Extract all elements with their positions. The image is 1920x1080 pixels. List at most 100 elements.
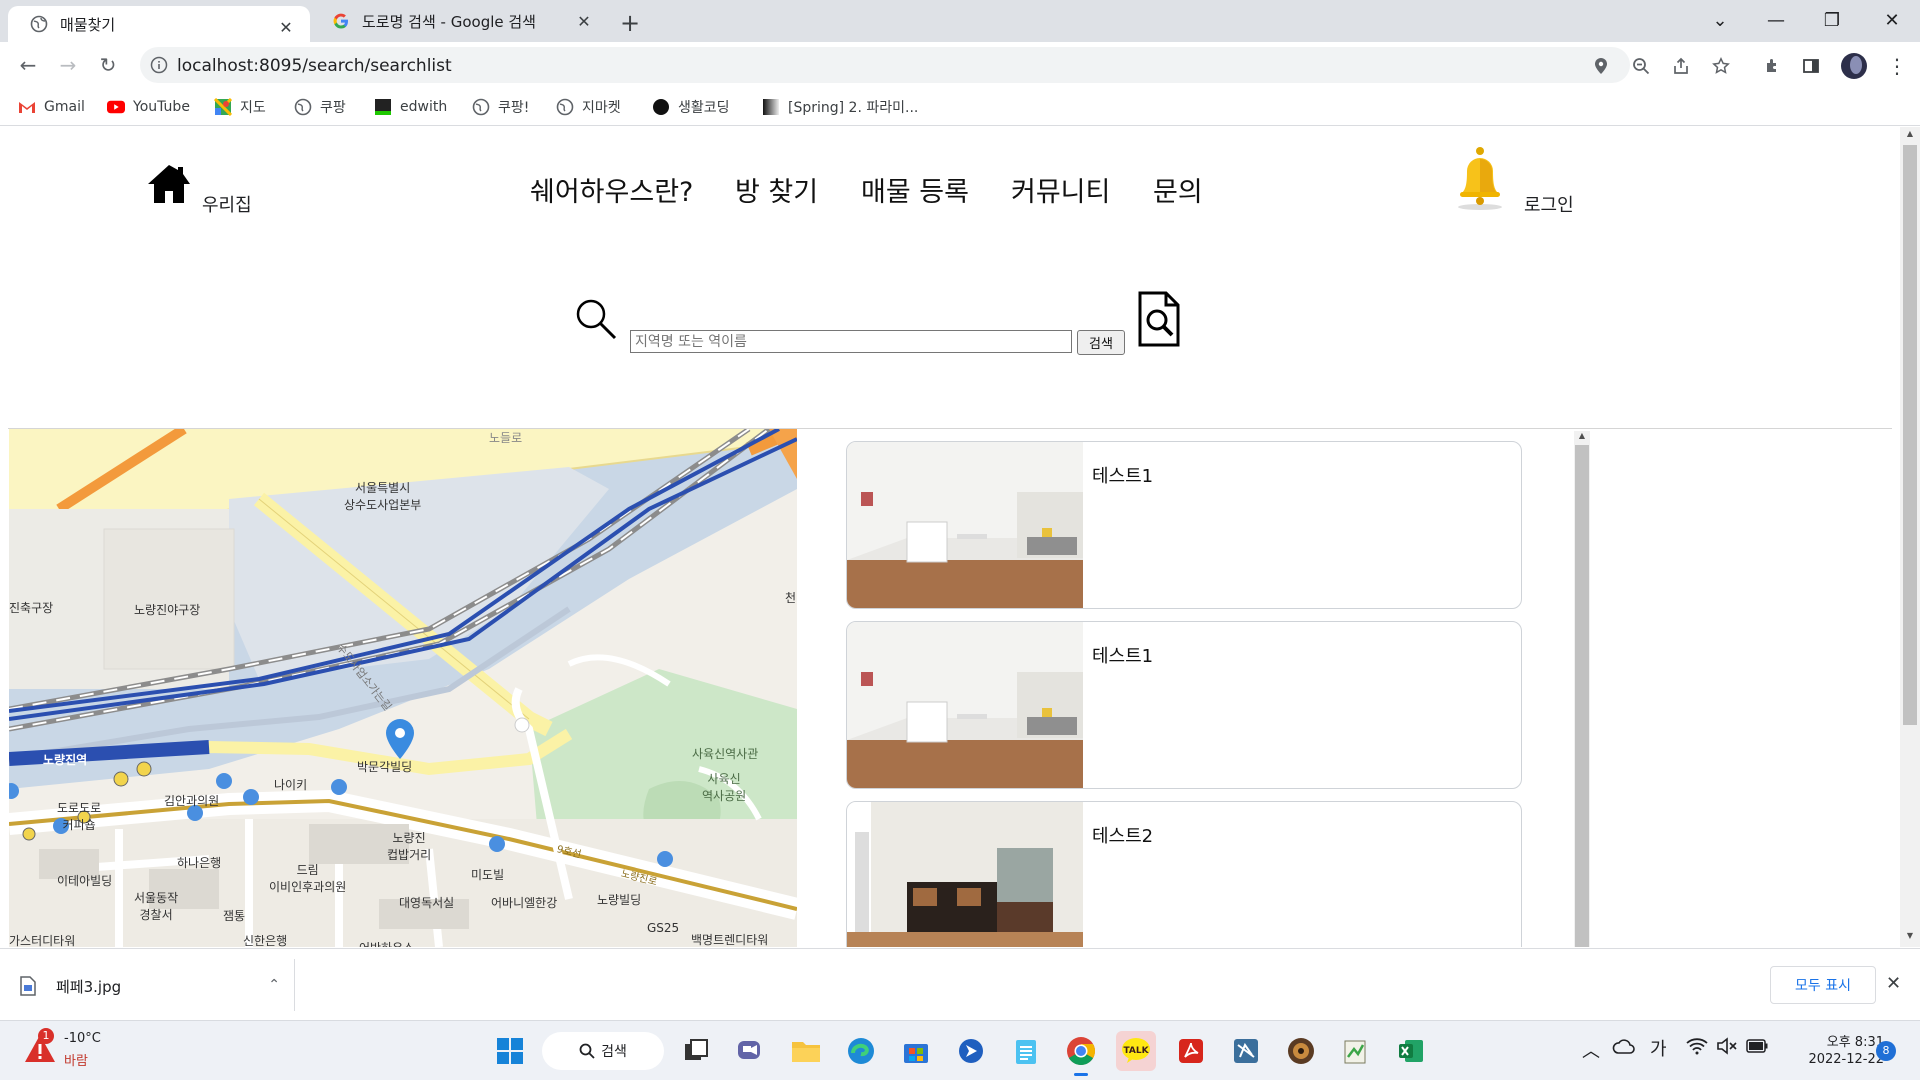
new-tab-button[interactable]: + xyxy=(620,9,640,37)
home-icon[interactable] xyxy=(146,163,192,205)
bookmark-spring[interactable]: [Spring] 2. 파라미... xyxy=(762,96,918,118)
weather-badge: 1 xyxy=(38,1028,54,1044)
restore-button[interactable]: ❐ xyxy=(1804,0,1860,40)
back-button[interactable]: ← xyxy=(14,51,42,79)
map-label: 하나은행 xyxy=(177,856,222,870)
magnifier-icon xyxy=(574,297,618,341)
listing-card[interactable]: 테스트2 xyxy=(846,801,1522,947)
download-item[interactable]: 페페3.jpg ⌃ xyxy=(20,971,280,1001)
url-text: localhost:8095/search/searchlist xyxy=(177,56,452,76)
ms-store-icon[interactable] xyxy=(900,1035,932,1067)
close-download-bar-icon[interactable]: ✕ xyxy=(1886,973,1901,994)
excel-icon[interactable] xyxy=(1395,1035,1427,1067)
map-label: 박문각빌딩 xyxy=(357,760,413,774)
scroll-up-arrow[interactable]: ▲ xyxy=(1900,129,1920,141)
tab-active[interactable]: 매물찾기 ✕ xyxy=(8,6,310,42)
close-window-button[interactable]: ✕ xyxy=(1864,0,1920,40)
reload-button[interactable]: ↻ xyxy=(94,51,122,79)
listing-title: 테스트1 xyxy=(1092,466,1154,487)
login-link[interactable]: 로그인 xyxy=(1524,191,1574,217)
network-cloud-icon[interactable] xyxy=(1612,1037,1636,1057)
divider xyxy=(294,959,295,1011)
bookmark-maps[interactable]: 지도 xyxy=(214,96,266,118)
search-input[interactable] xyxy=(630,330,1072,353)
search-button[interactable]: 검색 xyxy=(1077,330,1125,355)
zoom-icon[interactable] xyxy=(1630,55,1652,77)
dispatch-icon[interactable] xyxy=(955,1035,987,1067)
bell-icon[interactable] xyxy=(1452,143,1508,213)
nav-register-listing[interactable]: 매물 등록 xyxy=(861,170,969,209)
bookmark-opentutorials[interactable]: 생활코딩 xyxy=(652,96,730,118)
clock-date[interactable]: 2022-12-22 xyxy=(1786,1052,1884,1067)
scroll-thumb[interactable] xyxy=(1903,145,1917,725)
minimize-button[interactable]: — xyxy=(1748,0,1804,40)
show-all-button[interactable]: 모두 표시 xyxy=(1770,966,1876,1004)
close-tab-icon[interactable]: ✕ xyxy=(574,11,594,31)
file-explorer-icon[interactable] xyxy=(790,1035,822,1067)
listings-scrollbar[interactable]: ▲ xyxy=(1574,431,1590,947)
edge-icon[interactable] xyxy=(845,1035,877,1067)
map-label: 어반하우스 xyxy=(359,939,414,947)
taskbar-search[interactable]: 검색 xyxy=(542,1032,664,1070)
forward-button[interactable]: → xyxy=(54,51,82,79)
tab-search-icon[interactable]: ⌄ xyxy=(1692,0,1748,40)
task-view-icon[interactable] xyxy=(680,1035,712,1067)
bookmark-gmail[interactable]: Gmail xyxy=(18,96,85,118)
nav-find-room[interactable]: 방 찾기 xyxy=(735,170,818,209)
close-tab-icon[interactable]: ✕ xyxy=(276,17,296,37)
room-photo xyxy=(847,442,1083,608)
scroll-up-arrow[interactable]: ▲ xyxy=(1574,431,1590,443)
tab-inactive[interactable]: 도로명 검색 - Google 검색 ✕ xyxy=(310,0,608,42)
notepad-icon[interactable] xyxy=(1010,1035,1042,1067)
windows-start-icon[interactable] xyxy=(494,1035,526,1067)
map-label: 노들로 xyxy=(489,431,523,445)
game-app-icon[interactable] xyxy=(1285,1035,1317,1067)
scroll-down-arrow[interactable]: ▼ xyxy=(1900,931,1920,943)
bookmark-coupang2[interactable]: 쿠팡! xyxy=(472,96,529,118)
chrome-icon[interactable] xyxy=(1065,1035,1097,1067)
edwith-icon xyxy=(374,98,392,116)
nav-sharehouse[interactable]: 쉐어하우스란? xyxy=(530,170,693,209)
teams-chat-icon[interactable] xyxy=(735,1035,767,1067)
bookmarks-bar: Gmail YouTube 지도 쿠팡 edwith 쿠팡! 지마켓 생활코딩 … xyxy=(0,88,1920,126)
chevron-up-icon[interactable]: ⌃ xyxy=(268,977,280,993)
nav-community[interactable]: 커뮤니티 xyxy=(1011,170,1110,209)
notes-app-icon[interactable] xyxy=(1340,1035,1372,1067)
bookmark-gmarket[interactable]: 지마켓 xyxy=(556,96,621,118)
battery-icon[interactable] xyxy=(1746,1039,1768,1053)
svg-text:TALK: TALK xyxy=(1123,1046,1149,1056)
globe-icon xyxy=(556,98,574,116)
windows-taskbar: 1 -10°C 바람 검색 TALK ︿ 가 오후 8:31 2022-12-2… xyxy=(0,1020,1920,1080)
wifi-icon[interactable] xyxy=(1686,1037,1708,1055)
side-panel-icon[interactable] xyxy=(1800,55,1822,77)
listing-card[interactable]: 테스트1 xyxy=(846,441,1522,609)
clock-time[interactable]: 오후 8:31 xyxy=(1790,1031,1884,1050)
menu-icon[interactable]: ⋮ xyxy=(1886,54,1908,78)
extensions-icon[interactable] xyxy=(1762,55,1784,77)
listing-card[interactable]: 테스트1 xyxy=(846,621,1522,789)
bookmark-star-icon[interactable] xyxy=(1710,55,1732,77)
bookmark-youtube[interactable]: YouTube xyxy=(107,96,190,118)
volume-muted-icon[interactable] xyxy=(1716,1037,1738,1055)
bookmark-coupang[interactable]: 쿠팡 xyxy=(294,96,346,118)
document-search-icon[interactable] xyxy=(1136,291,1182,347)
share-icon[interactable] xyxy=(1670,55,1692,77)
site-info-icon[interactable] xyxy=(150,56,168,74)
site-logo-text[interactable]: 우리집 xyxy=(202,191,252,217)
weather-temp: -10°C xyxy=(64,1031,101,1046)
kakaotalk-icon[interactable]: TALK xyxy=(1116,1031,1156,1071)
notification-badge[interactable]: 8 xyxy=(1876,1041,1896,1061)
tray-chevron-icon[interactable]: ︿ xyxy=(1582,1037,1600,1063)
gradient-icon xyxy=(762,98,780,116)
acrobat-icon[interactable] xyxy=(1175,1035,1207,1067)
bookmark-edwith[interactable]: edwith xyxy=(374,96,447,118)
profile-avatar[interactable] xyxy=(1840,52,1868,80)
ime-indicator[interactable]: 가 xyxy=(1650,1035,1667,1061)
scroll-thumb[interactable] xyxy=(1575,445,1589,947)
map-view[interactable]: 노들로 서울특별시 상수도사업본부 진축구장 노량진야구장 천 수도사업소가는길… xyxy=(9,429,797,947)
page-scrollbar[interactable]: ▲ ▼ xyxy=(1900,127,1920,947)
mysql-workbench-icon[interactable] xyxy=(1230,1035,1262,1067)
location-icon[interactable] xyxy=(1590,55,1612,77)
nav-inquiry[interactable]: 문의 xyxy=(1153,170,1203,209)
page-viewport: 우리집 쉐어하우스란? 방 찾기 매물 등록 커뮤니티 문의 로그인 검색 xyxy=(0,127,1900,947)
